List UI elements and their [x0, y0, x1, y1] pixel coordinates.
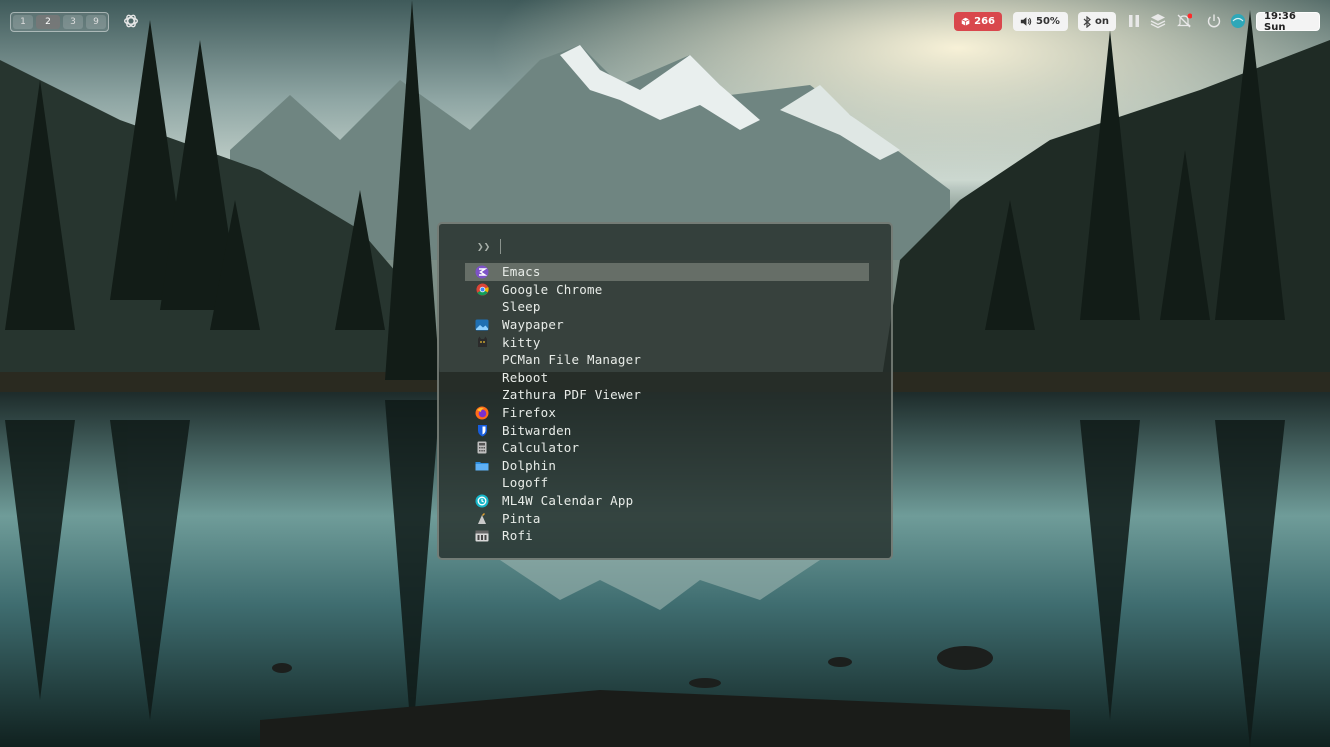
workspace-button-2[interactable]: 2 [36, 15, 60, 29]
launcher-entry-label: Sleep [502, 299, 541, 315]
launcher-entry-bitwarden[interactable]: Bitwarden [465, 421, 869, 439]
launcher-entry-dolphin[interactable]: Dolphin [465, 457, 869, 475]
launcher-entry-label: Reboot [502, 369, 549, 385]
network-icon[interactable] [1230, 13, 1246, 29]
pinta-icon [475, 511, 489, 525]
power-icon[interactable] [1206, 13, 1222, 29]
launcher-entry-label: PCMan File Manager [502, 352, 642, 368]
launcher-entry-label: Waypaper [502, 317, 564, 333]
launcher-entry-label: Google Chrome [502, 281, 603, 297]
search-input-caret [500, 239, 502, 254]
launcher-entry-logoff[interactable]: Logoff [465, 474, 869, 492]
calculator-icon [475, 441, 489, 455]
package-icon [961, 17, 970, 26]
launcher-entry-reboot[interactable]: Reboot [465, 369, 869, 387]
volume-indicator[interactable]: 50% [1013, 12, 1068, 31]
launcher-entry-label: Calculator [502, 440, 580, 456]
launcher-prompt[interactable]: ❯❯ [477, 239, 502, 254]
launcher-entry-label: Zathura PDF Viewer [502, 387, 642, 403]
launcher-entry-list: Emacs Google Chrome Sleep Waypaper kitty [465, 263, 869, 545]
launcher-entry-label: Dolphin [502, 457, 557, 473]
top-bar: 1 2 3 9 266 50% on 19:36 Sun [0, 0, 1330, 44]
updates-indicator[interactable]: 266 [954, 12, 1002, 31]
launcher-entry-rofi[interactable]: Rofi [465, 527, 869, 545]
pause-icon[interactable] [1126, 13, 1142, 29]
launcher-entry-pcman-file-manager[interactable]: PCMan File Manager [465, 351, 869, 369]
bitwarden-icon [475, 423, 489, 437]
kitty-icon [475, 335, 489, 349]
workspace-button-9[interactable]: 9 [86, 15, 106, 29]
launcher-entry-emacs[interactable]: Emacs [465, 263, 869, 281]
launcher-entry-label: Pinta [502, 510, 541, 526]
stack-icon[interactable] [1150, 13, 1166, 29]
rofi-icon [475, 529, 489, 543]
chrome-icon [475, 282, 489, 296]
workspace-button-3[interactable]: 3 [63, 15, 83, 29]
launcher-entry-label: Emacs [502, 264, 541, 280]
workspace-switcher: 1 2 3 9 [10, 12, 109, 32]
bluetooth-icon [1083, 15, 1091, 28]
launcher-entry-zathura[interactable]: Zathura PDF Viewer [465, 386, 869, 404]
dolphin-icon [475, 458, 489, 472]
bluetooth-status: on [1095, 16, 1109, 27]
notification-off-icon[interactable] [1176, 13, 1192, 29]
launcher-entry-kitty[interactable]: kitty [465, 333, 869, 351]
launcher-entry-calculator[interactable]: Calculator [465, 439, 869, 457]
clock-text: 19:36 Sun [1264, 10, 1296, 33]
workspace-button-1[interactable]: 1 [13, 15, 33, 29]
launcher-entry-label: Bitwarden [502, 422, 572, 438]
bluetooth-indicator[interactable]: on [1078, 12, 1116, 31]
prompt-symbol: ❯❯ [477, 240, 491, 253]
launcher-entry-ml4w-calendar[interactable]: ML4W Calendar App [465, 492, 869, 510]
launcher-entry-sleep[interactable]: Sleep [465, 298, 869, 316]
launcher-entry-google-chrome[interactable]: Google Chrome [465, 281, 869, 299]
updates-count: 266 [974, 16, 995, 27]
firefox-icon [475, 406, 489, 420]
launcher-entry-label: Logoff [502, 475, 549, 491]
launcher-entry-label: kitty [502, 334, 541, 350]
openai-icon[interactable] [122, 12, 140, 30]
calendar-icon [475, 494, 489, 508]
launcher-entry-label: ML4W Calendar App [502, 493, 634, 509]
emacs-icon [475, 265, 489, 279]
clock[interactable]: 19:36 Sun [1256, 10, 1320, 33]
speaker-icon [1020, 17, 1032, 26]
waypaper-icon [475, 318, 489, 332]
launcher-entry-label: Firefox [502, 405, 557, 421]
launcher-entry-pinta[interactable]: Pinta [465, 509, 869, 527]
volume-level: 50% [1036, 16, 1060, 27]
launcher-entry-firefox[interactable]: Firefox [465, 404, 869, 422]
launcher-entry-waypaper[interactable]: Waypaper [465, 316, 869, 334]
launcher-entry-label: Rofi [502, 528, 533, 544]
app-launcher: ❯❯ Emacs Google Chrome Sleep Waypaper ki… [437, 222, 893, 560]
